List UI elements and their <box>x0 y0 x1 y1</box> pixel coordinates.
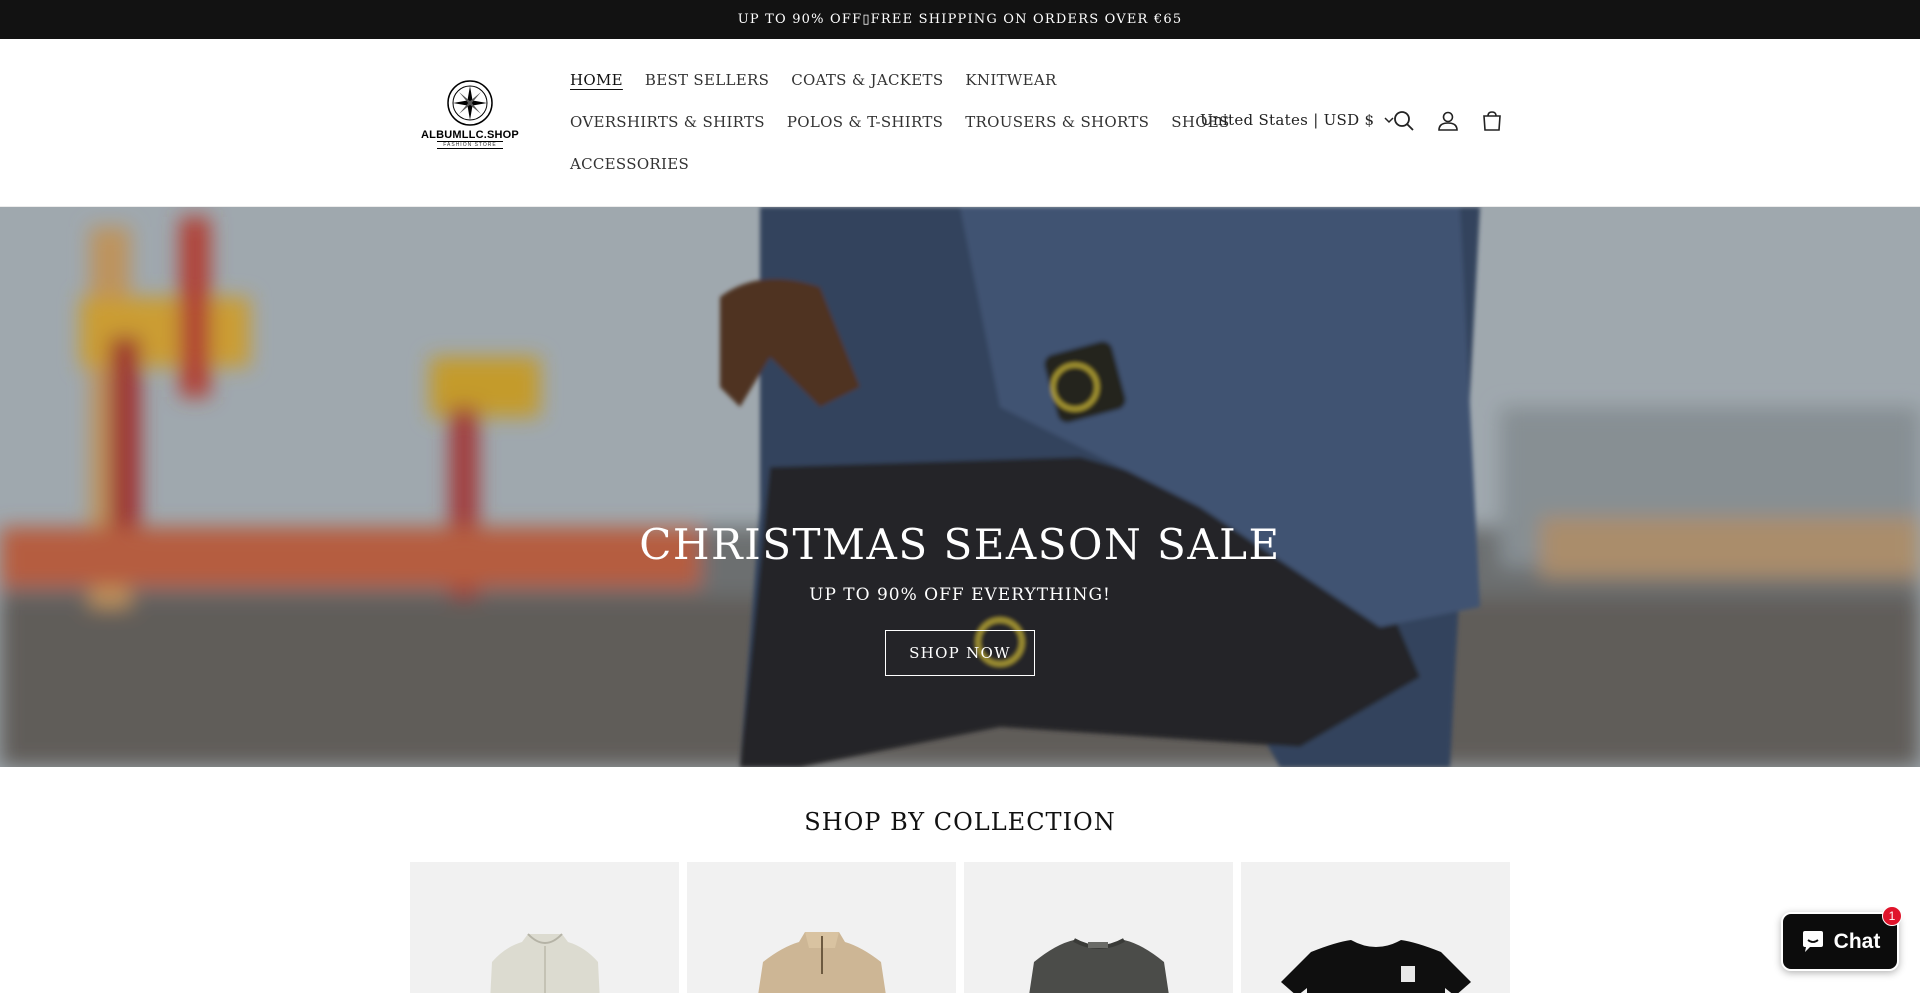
account-icon[interactable] <box>1436 109 1460 133</box>
nav-item-trousers-shorts[interactable]: TROUSERS & SHORTS <box>965 113 1149 131</box>
compass-logo-icon <box>447 80 493 126</box>
nav-row: OVERSHIRTS & SHIRTS POLOS & T-SHIRTS TRO… <box>560 101 1229 143</box>
logo-text: ALBUMLLC.SHOP <box>421 129 519 141</box>
cart-icon[interactable] <box>1480 109 1504 133</box>
hero-subtitle: UP TO 90% OFF EVERYTHING! <box>809 585 1111 605</box>
search-icon[interactable] <box>1392 109 1416 133</box>
collection-card-vest[interactable] <box>410 862 679 993</box>
announcement-bar: UP TO 90% OFF▯FREE SHIPPING ON ORDERS OV… <box>0 0 1920 39</box>
chat-notification-badge: 1 <box>1882 906 1902 926</box>
nav-item-best-sellers[interactable]: BEST SELLERS <box>645 71 769 89</box>
store-logo[interactable]: ALBUMLLC.SHOP FASHION STORE <box>418 79 522 155</box>
vest-product-image <box>490 933 600 993</box>
nav-item-home[interactable]: HOME <box>570 71 623 89</box>
nav-item-overshirts-shirts[interactable]: OVERSHIRTS & SHIRTS <box>570 113 765 131</box>
shop-now-button[interactable]: SHOP NOW <box>885 630 1035 676</box>
tshirt-product-image <box>1281 940 1471 993</box>
hero-background-image <box>0 207 1920 767</box>
logo-subtext: FASHION STORE <box>437 141 503 149</box>
locale-label: United States | USD $ <box>1200 111 1375 129</box>
collection-section-title: SHOP BY COLLECTION <box>804 808 1116 836</box>
quarter-zip-product-image <box>758 932 886 993</box>
hero-banner: CHRISTMAS SEASON SALE UP TO 90% OFF EVER… <box>0 207 1920 767</box>
nav-item-accessories[interactable]: ACCESSORIES <box>570 155 689 173</box>
site-header: ALBUMLLC.SHOP FASHION STORE HOME BEST SE… <box>0 39 1920 207</box>
hero-title: CHRISTMAS SEASON SALE <box>639 520 1281 569</box>
nav-row: ACCESSORIES <box>560 143 1160 185</box>
collection-card-quarter-zip[interactable] <box>687 862 956 993</box>
main-nav: HOME BEST SELLERS COATS & JACKETS KNITWE… <box>560 59 1229 185</box>
nav-item-polos-tshirts[interactable]: POLOS & T-SHIRTS <box>787 113 943 131</box>
chat-button[interactable]: Chat <box>1781 912 1899 971</box>
collection-card-tshirt[interactable] <box>1241 862 1510 993</box>
nav-item-knitwear[interactable]: KNITWEAR <box>965 71 1056 89</box>
nav-row: HOME BEST SELLERS COATS & JACKETS KNITWE… <box>560 59 1160 101</box>
nav-item-coats-jackets[interactable]: COATS & JACKETS <box>791 71 943 89</box>
chat-bubble-icon <box>1802 930 1823 952</box>
announcement-text: UP TO 90% OFF▯FREE SHIPPING ON ORDERS OV… <box>737 12 1183 27</box>
sweater-product-image <box>1029 938 1169 993</box>
country-currency-selector[interactable]: United States | USD $ <box>1200 111 1394 129</box>
collection-card-sweater[interactable] <box>964 862 1233 993</box>
chat-label: Chat <box>1833 929 1881 953</box>
